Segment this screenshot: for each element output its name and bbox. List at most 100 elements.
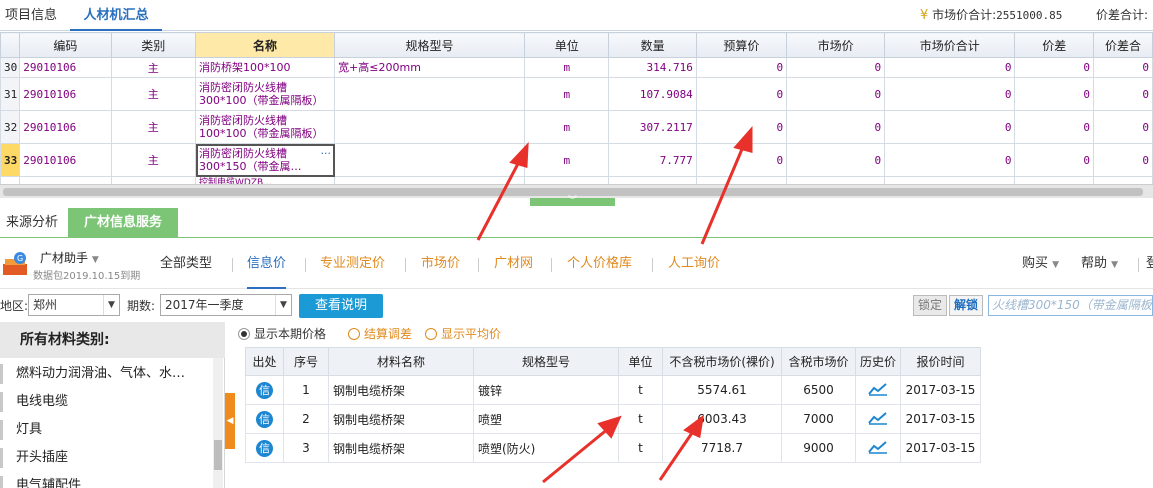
cell-code[interactable]: 29010106 [19, 57, 112, 78]
cell-market[interactable]: 0 [786, 143, 886, 177]
cell-market-total[interactable]: 0 [884, 143, 1016, 177]
row-number[interactable]: 30 [0, 57, 21, 78]
grid-row[interactable]: 30 29010106 主 消防桥架100*100 宽+高≤200mm m 314.716 0… [0, 57, 1153, 78]
cell-history[interactable] [855, 433, 901, 463]
grid-header-market[interactable]: 市场价 [786, 32, 886, 58]
nav-personal-price-library[interactable]: 个人价格库 [567, 239, 632, 289]
cell-budget[interactable]: 0 [695, 77, 788, 111]
grid-header-category[interactable]: 类别 [110, 32, 197, 58]
price-row[interactable]: 信 1 钢制电缆桥架 镀锌 t 5574.61 6500 2017-03-15 [245, 375, 981, 405]
cell-diff-total[interactable]: 0 [1092, 143, 1153, 177]
cell-unit[interactable]: m [524, 57, 610, 78]
cell-qty[interactable]: 7.777 [608, 143, 697, 177]
info-source-icon[interactable]: 信 [256, 439, 273, 457]
cell-category[interactable]: 主 [110, 57, 197, 78]
cell-market[interactable]: 0 [786, 57, 886, 78]
cell-budget[interactable]: 0 [695, 57, 788, 78]
radio-settlement-adjust[interactable]: 结算调差 [348, 324, 412, 344]
grid-header-diff-total[interactable]: 价差合 [1092, 32, 1153, 58]
cell-market-total[interactable]: 0 [884, 110, 1016, 144]
cell-budget[interactable]: 0 [695, 143, 788, 177]
cell-diff[interactable]: 0 [1014, 143, 1094, 177]
cell-name[interactable]: 消防密闭防火线槽 100*100（带金属隔板） [194, 110, 336, 144]
cell-qty[interactable]: 314.716 [608, 57, 697, 78]
cell-name[interactable]: 消防密闭防火线槽 300*100（带金属隔板） [194, 77, 336, 111]
cell-name[interactable]: 消防密闭防火线槽 300*150（带金属… ··· [194, 143, 336, 177]
cell-unit[interactable]: m [524, 110, 610, 144]
cell-unit[interactable]: m [524, 77, 610, 111]
tab-material-info-service[interactable]: 广材信息服务 [68, 208, 178, 238]
period-select[interactable]: 2017年一季度 ▼ [160, 294, 292, 316]
category-item[interactable]: 燃料动力润滑油、气体、水… [0, 360, 213, 388]
row-number[interactable]: 31 [0, 77, 21, 111]
grid-header-unit[interactable]: 单位 [524, 32, 610, 58]
cell-ellipsis-button[interactable]: ··· [321, 147, 332, 160]
cell-diff-total[interactable]: 0 [1092, 57, 1153, 78]
cell-qty[interactable]: 307.2117 [608, 110, 697, 144]
category-item[interactable]: 开头插座 [0, 444, 213, 472]
region-select[interactable]: 郑州 ▼ [28, 294, 120, 316]
row-number[interactable]: 32 [0, 110, 21, 144]
cell-spec[interactable] [334, 143, 526, 177]
cell-source[interactable]: 信 [245, 433, 284, 463]
info-source-icon[interactable]: 信 [256, 410, 273, 428]
cell-market-total[interactable]: 0 [884, 77, 1016, 111]
info-source-icon[interactable]: 信 [256, 381, 273, 399]
price-row[interactable]: 信 2 钢制电缆桥架 喷塑 t 6003.43 7000 2017-03-15 [245, 404, 981, 434]
cell-qty[interactable]: 107.9084 [608, 77, 697, 111]
cell-diff[interactable]: 0 [1014, 57, 1094, 78]
trend-chart-icon[interactable] [868, 411, 888, 428]
grid-header-name[interactable]: 名称 [194, 32, 336, 58]
grid-header-qty[interactable]: 数量 [608, 32, 697, 58]
scrollbar-thumb[interactable] [214, 440, 222, 470]
cell-code[interactable]: 29010106 [19, 77, 112, 111]
nav-material-website[interactable]: 广材网 [494, 239, 533, 289]
grid-header-diff[interactable]: 价差 [1014, 32, 1094, 58]
cell-source[interactable]: 信 [245, 375, 284, 405]
nav-professional-price[interactable]: 专业测定价 [320, 239, 385, 289]
cell-spec[interactable] [334, 110, 526, 144]
cell-category[interactable]: 主 [110, 143, 197, 177]
cell-unit[interactable]: m [524, 143, 610, 177]
cell-diff-total[interactable]: 0 [1092, 77, 1153, 111]
unlock-button[interactable]: 解锁 [949, 295, 983, 316]
grid-header-budget[interactable]: 预算价 [695, 32, 788, 58]
cell-budget[interactable]: 0 [695, 110, 788, 144]
grid-row[interactable]: 31 29010106 主 消防密闭防火线槽 300*100（带金属隔板） m 107.9… [0, 77, 1153, 111]
radio-current-price[interactable]: 显示本期价格 [238, 324, 326, 344]
buy-menu[interactable]: 购买 ▼ [1022, 239, 1059, 289]
material-search-input[interactable]: 火线槽300*150（带金属隔板） [988, 295, 1153, 316]
cell-diff[interactable]: 0 [1014, 77, 1094, 111]
assistant-name[interactable]: 广材助手 ▼ [40, 249, 99, 266]
cell-market[interactable]: 0 [786, 110, 886, 144]
category-item[interactable]: 灯具 [0, 416, 213, 444]
cell-diff[interactable]: 0 [1014, 110, 1094, 144]
category-item[interactable]: 电线电缆 [0, 388, 213, 416]
grid-header-code[interactable]: 编码 [19, 32, 112, 58]
tab-source-analysis[interactable]: 来源分析 [0, 208, 64, 238]
cell-spec[interactable]: 宽+高≤200mm [334, 57, 526, 78]
cell-history[interactable] [855, 404, 901, 434]
lock-button[interactable]: 锁定 [913, 295, 947, 316]
nav-manual-inquiry[interactable]: 人工询价 [668, 239, 720, 289]
grid-row[interactable]: 32 29010106 主 消防密闭防火线槽 100*100（带金属隔板） m 307.2… [0, 110, 1153, 144]
help-menu[interactable]: 帮助 ▼ [1081, 239, 1118, 289]
cell-history[interactable] [855, 375, 901, 405]
cell-market[interactable]: 0 [786, 77, 886, 111]
cell-code[interactable]: 29010106 [19, 110, 112, 144]
cell-code[interactable]: 29010106 [19, 143, 112, 177]
cell-spec[interactable] [334, 77, 526, 111]
radio-average-price[interactable]: 显示平均价 [425, 324, 501, 344]
collapse-panel-button[interactable]: ◀ [225, 393, 235, 449]
cell-source[interactable]: 信 [245, 404, 284, 434]
category-scrollbar[interactable] [213, 358, 223, 488]
scrollbar-thumb[interactable] [3, 188, 1143, 196]
cell-name[interactable]: 消防桥架100*100 [194, 57, 336, 78]
cell-category[interactable]: 主 [110, 110, 197, 144]
view-instructions-button[interactable]: 查看说明 [299, 294, 383, 318]
tab-resource-summary[interactable]: 人材机汇总 [70, 0, 162, 31]
pane-splitter[interactable]: ︾ [530, 197, 615, 206]
cell-market-total[interactable]: 0 [884, 57, 1016, 78]
cell-diff-total[interactable]: 0 [1092, 110, 1153, 144]
category-item[interactable]: 电气辅配件 [0, 472, 213, 488]
